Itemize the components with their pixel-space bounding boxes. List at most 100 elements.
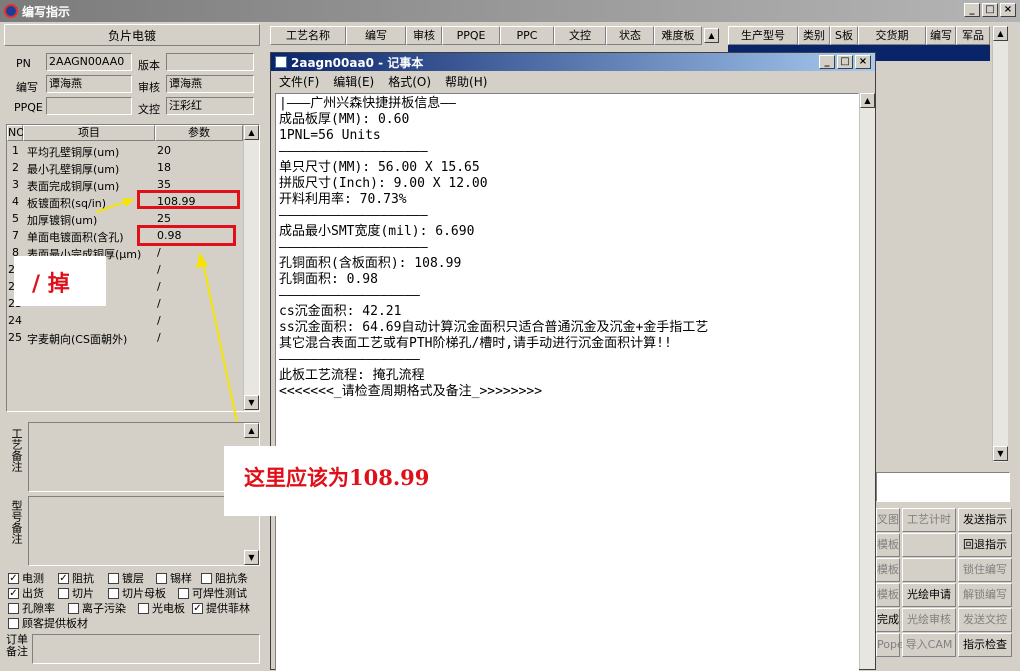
check-instruction-button[interactable]: 指示检查 (958, 633, 1012, 657)
close-button[interactable]: × (855, 55, 871, 69)
col-header[interactable]: 交货期 (858, 26, 926, 45)
btn-1-1[interactable]: 叉图 (876, 508, 900, 532)
btn-2-2[interactable] (902, 533, 956, 557)
checkbox-tin-sample[interactable]: 锡样 (156, 570, 192, 586)
version-label: 版本 (138, 59, 160, 72)
ppqe-field[interactable] (46, 97, 132, 115)
close-button[interactable]: × (1000, 3, 1016, 17)
col-header[interactable]: 审核 (406, 26, 442, 45)
maximize-button[interactable]: □ (837, 55, 853, 69)
btn-4-1[interactable]: 模板 (876, 583, 900, 607)
text-line: cs沉金面积: 42.21 (279, 304, 402, 319)
btn-6-1[interactable]: Pope (876, 633, 904, 657)
scroll-down-icon[interactable]: ▼ (993, 446, 1008, 461)
pn-field[interactable]: 2AAGN00AA0 (46, 53, 132, 71)
col-param-header[interactable]: 参数 (155, 125, 243, 141)
scroll-up-icon[interactable]: ▲ (704, 28, 719, 43)
col-header[interactable]: 类别 (798, 26, 830, 45)
app-icon (4, 4, 18, 18)
right-scrollbar[interactable]: ▲ ▼ (992, 26, 1008, 462)
col-header[interactable]: 生产型号 (728, 26, 798, 45)
checkbox-impedance-strip[interactable]: 阻抗条 (201, 570, 248, 586)
col-header[interactable]: 状态 (606, 26, 654, 45)
text-line: —————————————————— (279, 352, 420, 367)
unlock-writing-button[interactable]: 解锁编写 (958, 583, 1012, 607)
scroll-down-icon[interactable]: ▼ (244, 550, 259, 565)
text-line: 此板工艺流程: 掩孔流程 (279, 368, 425, 383)
checkbox-electric-test[interactable]: ✓ 电测 (8, 570, 44, 586)
import-cam-button[interactable]: 导入CAM (902, 633, 956, 657)
ppqe-label: PPQE (14, 101, 43, 114)
notepad-text-area[interactable]: |———广州兴森快捷拼板信息—— 成品板厚(MM): 0.60 1PNL=56 … (275, 93, 859, 671)
control-field[interactable]: 汪彩红 (166, 97, 254, 115)
col-item-header[interactable]: 项目 (23, 125, 155, 141)
notepad-scrollbar[interactable]: ▲ (859, 93, 875, 669)
checkbox-slice-mother[interactable]: 切片母板 (108, 585, 166, 601)
scroll-up-icon[interactable]: ▲ (993, 26, 1008, 41)
col-header[interactable]: PPC (500, 26, 554, 45)
checkbox-shipment[interactable]: ✓ 出货 (8, 585, 44, 601)
col-header[interactable]: 文控 (554, 26, 606, 45)
reviewer-field[interactable]: 谭海燕 (166, 75, 254, 93)
btn-3-1[interactable]: 模板 (876, 558, 900, 582)
photo-review-button[interactable]: 光绘审核 (902, 608, 956, 632)
annotation-remove: / 掉 (14, 256, 106, 306)
btn-5-1[interactable]: 完成 (876, 608, 900, 632)
col-header[interactable]: 编写 (346, 26, 406, 45)
annotation-correction: 这里应该为108.99 (224, 446, 472, 516)
col-header[interactable]: 军品 (956, 26, 990, 45)
scroll-up-icon[interactable]: ▲ (244, 423, 259, 438)
maximize-button[interactable]: □ (982, 3, 998, 17)
checkbox-customer-material[interactable]: 顾客提供板材 (8, 615, 88, 631)
search-input[interactable] (876, 472, 1010, 502)
table-row[interactable]: 1 平均孔壁铜厚(um) 20 (7, 143, 243, 160)
text-line: 1PNL=56 Units (279, 128, 381, 143)
checkbox-slice[interactable]: 切片 (58, 585, 94, 601)
notepad-title-bar: 2aagn00aa0 - 记事本 _ □ × (271, 53, 875, 71)
control-label: 文控 (138, 103, 160, 116)
col-header[interactable]: 工艺名称 (270, 26, 346, 45)
checkbox-plating-layer[interactable]: 镀层 (108, 570, 144, 586)
checkbox-photo-board[interactable]: 光电板 (138, 600, 185, 616)
rollback-instruction-button[interactable]: 回退指示 (958, 533, 1012, 557)
menu-format[interactable]: 格式(O) (388, 73, 431, 90)
writer-field[interactable]: 谭海燕 (46, 75, 132, 93)
col-header[interactable]: 编写 (926, 26, 956, 45)
menu-help[interactable]: 帮助(H) (445, 73, 487, 90)
btn-3-2[interactable] (902, 558, 956, 582)
photo-apply-button[interactable]: 光绘申请 (902, 583, 956, 607)
version-field[interactable] (166, 53, 254, 71)
col-header[interactable]: PPQE (442, 26, 500, 45)
table-row[interactable]: 25 字麦朝向(CS面朝外) / (7, 330, 243, 347)
checkbox-solderability[interactable]: 可焊性测试 (178, 585, 247, 601)
table-row[interactable]: 2 最小孔壁铜厚(um) 18 (7, 160, 243, 177)
text-line: 单只尺寸(MM): 56.00 X 15.65 (279, 160, 480, 175)
grid-scrollbar[interactable]: ▲ ▼ (243, 125, 259, 411)
order-memo[interactable] (32, 634, 260, 664)
send-control-button[interactable]: 发送文控 (958, 608, 1012, 632)
scroll-up-icon[interactable]: ▲ (244, 125, 259, 140)
checkbox-impedance[interactable]: ✓ 阻抗 (58, 570, 94, 586)
order-memo-label: 订单备注 (6, 633, 28, 658)
table-row[interactable]: 24/ (7, 313, 243, 330)
checkbox-ion-contamination[interactable]: 离子污染 (68, 600, 126, 616)
col-no-header[interactable]: NO (7, 125, 25, 141)
btn-2-1[interactable]: 模板 (876, 533, 900, 557)
pn-label: PN (16, 57, 31, 70)
reviewer-label: 审核 (138, 81, 160, 94)
notepad-menu: 文件(F) 编辑(E) 格式(O) 帮助(H) (271, 71, 875, 91)
menu-file[interactable]: 文件(F) (279, 73, 319, 90)
checkbox-porosity[interactable]: 孔隙率 (8, 600, 55, 616)
minimize-button[interactable]: _ (964, 3, 980, 17)
col-header[interactable]: 难度板 (654, 26, 702, 45)
minimize-button[interactable]: _ (819, 55, 835, 69)
send-instruction-button[interactable]: 发送指示 (958, 508, 1012, 532)
checkbox-provide-film[interactable]: ✓ 提供菲林 (192, 600, 250, 616)
scroll-down-icon[interactable]: ▼ (244, 395, 259, 410)
writer-label: 编写 (16, 81, 38, 94)
scroll-up-icon[interactable]: ▲ (860, 93, 875, 108)
col-header[interactable]: S板 (830, 26, 858, 45)
menu-edit[interactable]: 编辑(E) (333, 73, 374, 90)
lock-writing-button[interactable]: 锁住编写 (958, 558, 1012, 582)
btn-1-2[interactable]: 工艺计时 (902, 508, 956, 532)
